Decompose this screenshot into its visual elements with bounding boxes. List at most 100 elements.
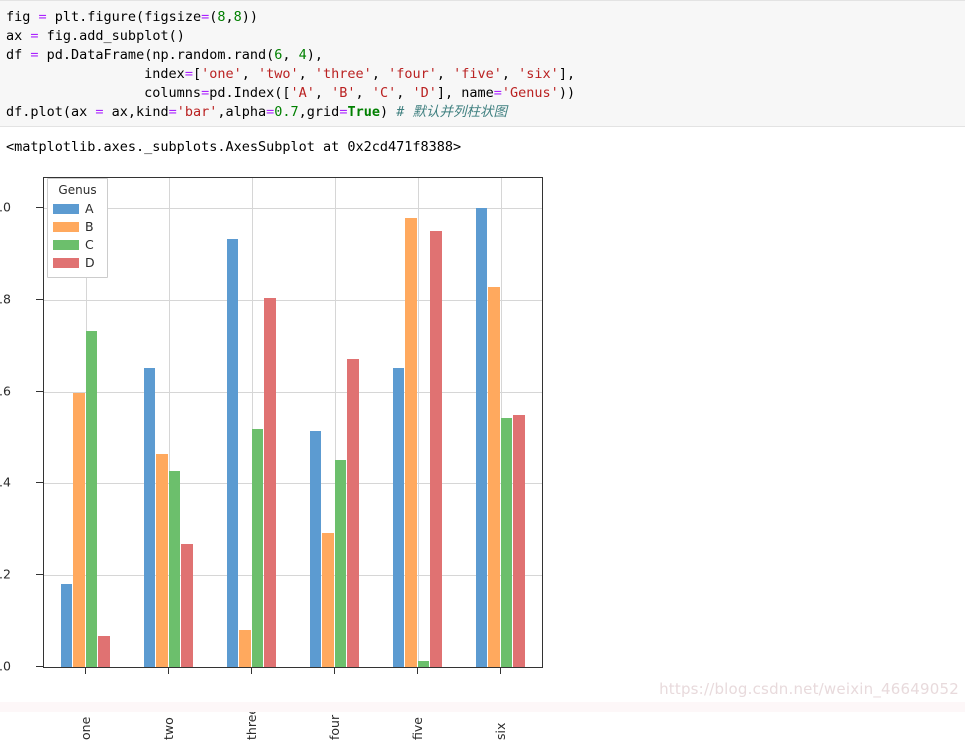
y-axis-tick-label: 1.0	[0, 199, 11, 215]
bar-two-D	[181, 544, 193, 667]
gridline-horizontal	[44, 483, 542, 485]
bar-six-D	[513, 415, 525, 667]
code-token: plt.figure(figsize	[46, 9, 202, 25]
bar-five-D	[430, 230, 442, 667]
code-token: =	[38, 9, 47, 25]
y-axis-tick-mark	[36, 574, 43, 576]
y-axis-tick-label: 0.8	[0, 291, 11, 307]
bar-one-D	[98, 635, 110, 667]
y-axis-tick-mark	[36, 298, 43, 300]
bar-three-D	[264, 297, 276, 667]
code-token: ,	[501, 66, 519, 82]
code-token: 4	[298, 47, 307, 63]
output-repr-text: <matplotlib.axes._subplots.AxesSubplot a…	[6, 139, 462, 155]
x-axis-tick-mark	[168, 668, 169, 674]
y-axis-tick-label: 0.0	[0, 658, 11, 674]
code-token: =	[201, 85, 210, 101]
code-token: index	[6, 66, 185, 82]
code-token: =	[201, 9, 210, 25]
bar-five-C	[417, 660, 430, 667]
x-axis-tick-mark	[85, 668, 86, 674]
code-token: 'Genus'	[501, 85, 559, 101]
bar-four-C	[334, 460, 347, 667]
bar-four-B	[322, 532, 334, 667]
code-token: df	[6, 47, 31, 63]
code-token: fig	[6, 9, 39, 25]
code-cell-gutter	[0, 1, 3, 126]
code-token: =	[30, 47, 39, 63]
x-axis-tick-mark	[417, 668, 418, 674]
chart-legend[interactable]: Genus ABCD	[47, 178, 108, 278]
watermark-text: https://blog.csdn.net/weixin_46649052	[659, 680, 959, 698]
code-token: 'A'	[290, 85, 315, 101]
y-axis-tick-mark	[36, 207, 43, 208]
code-token: [	[192, 66, 202, 82]
bar-three-A	[226, 238, 239, 667]
code-token: ,	[371, 66, 389, 82]
bar-six-A	[475, 208, 488, 667]
code-token: 'five'	[453, 66, 502, 82]
code-token: ,grid	[298, 104, 340, 120]
y-axis-tick-label: 0.4	[0, 474, 11, 490]
legend-swatch-icon	[53, 222, 79, 232]
code-token: fig.add_subplot()	[38, 28, 185, 44]
code-token: True	[347, 104, 380, 120]
bar-three-C	[251, 428, 264, 667]
code-token: 0.7	[274, 104, 299, 120]
code-token: pd.Index([	[209, 85, 291, 101]
plot-data-area	[44, 178, 542, 667]
code-token: 'one'	[201, 66, 242, 82]
code-token: 'bar'	[176, 104, 218, 120]
code-token: ], name	[436, 85, 494, 101]
code-token: ,	[225, 9, 234, 25]
bar-four-A	[309, 431, 322, 667]
gridline-horizontal	[44, 575, 542, 577]
code-token: 'six'	[518, 66, 559, 82]
code-token: ,	[436, 66, 454, 82]
bar-two-B	[156, 453, 168, 667]
code-token: ,	[298, 66, 315, 82]
x-axis-tick-mark	[334, 668, 335, 674]
code-token: 8	[217, 9, 226, 25]
code-token: ,	[241, 66, 258, 82]
bar-one-B	[73, 392, 85, 667]
code-token: =	[95, 104, 104, 120]
x-axis-tick-mark	[251, 668, 252, 674]
code-token: ,alpha	[217, 104, 267, 120]
x-axis-tick-mark	[500, 668, 501, 674]
y-axis-tick-mark	[36, 666, 43, 667]
code-token: )	[379, 104, 397, 120]
legend-entry-A[interactable]: A	[53, 200, 102, 218]
code-source[interactable]: fig = plt.figure(figsize=(8,8)) ax = fig…	[6, 8, 575, 122]
code-token: pd.DataFrame(np.random.rand(	[38, 47, 275, 63]
code-token: ax,kind	[103, 104, 169, 120]
legend-entry-B[interactable]: B	[53, 218, 102, 236]
code-token: df.plot(ax	[6, 104, 96, 120]
legend-label: D	[85, 255, 95, 270]
code-token: =	[30, 28, 39, 44]
legend-swatch-icon	[53, 240, 79, 250]
code-token: ),	[306, 47, 324, 63]
code-token: ))	[558, 85, 576, 101]
code-token: =	[168, 104, 177, 120]
gridline-vertical	[418, 178, 419, 667]
code-token: 8	[233, 9, 242, 25]
plot-axes	[43, 177, 543, 668]
code-token: 'four'	[388, 66, 437, 82]
code-token: 'three'	[314, 66, 372, 82]
code-token: 'C'	[371, 85, 397, 101]
legend-label: A	[85, 201, 94, 216]
code-token: =	[493, 85, 502, 101]
bar-six-C	[500, 418, 513, 667]
bar-six-B	[488, 287, 500, 667]
watermark-band	[0, 702, 965, 712]
code-cell[interactable]: fig = plt.figure(figsize=(8,8)) ax = fig…	[0, 0, 965, 127]
legend-title: Genus	[58, 183, 97, 197]
bar-five-A	[392, 367, 405, 667]
legend-entry-C[interactable]: C	[53, 236, 102, 254]
code-token: ,	[282, 47, 299, 63]
code-token: ))	[241, 9, 259, 25]
legend-entries: ABCD	[53, 200, 102, 272]
code-token: columns	[6, 85, 202, 101]
legend-entry-D[interactable]: D	[53, 254, 102, 272]
